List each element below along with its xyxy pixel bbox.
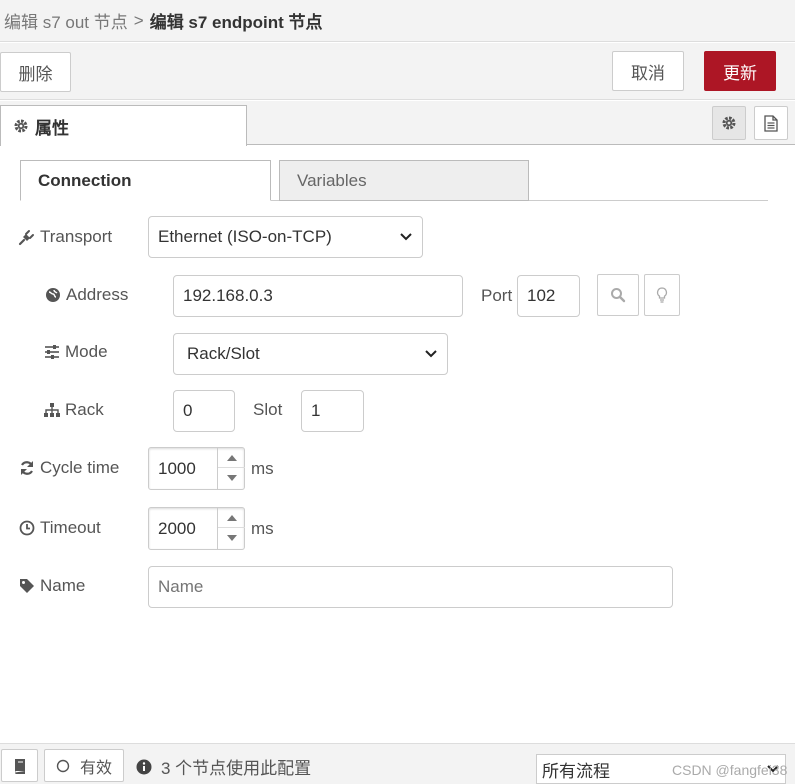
breadcrumb-separator: > [133,10,144,30]
hint-button[interactable] [644,274,680,316]
timeout-stepper[interactable]: 2000 [148,507,245,550]
connection-tabs: Connection Variables [20,160,768,201]
mode-label: Mode [43,342,108,362]
description-tab-button[interactable] [754,106,788,140]
tag-icon [18,578,36,594]
tab-properties-label: 属性 [35,118,69,138]
caret-up-icon [226,454,237,461]
panel-tab-bar: 属性 [0,101,795,146]
breadcrumb-parent[interactable]: 编辑 s7 out 节点 [4,8,128,33]
address-input[interactable]: 192.168.0.3 [173,275,463,317]
increment-button[interactable] [218,448,245,468]
transport-select[interactable]: Ethernet (ISO-on-TCP) [148,216,423,258]
tab-variables[interactable]: Variables [279,160,529,201]
sliders-icon [43,345,61,359]
info-icon [136,759,152,775]
port-label: Port [481,286,513,305]
globe-icon [44,287,62,303]
address-label: Address [44,285,128,305]
port-input[interactable]: 102 [517,275,580,317]
search-icon [610,287,626,303]
edit-toolbar: 删除 取消 更新 [0,43,795,100]
cycle-time-label: Cycle time [18,458,119,478]
document-icon [764,114,778,132]
library-button[interactable] [1,749,38,782]
mode-select[interactable]: Rack/Slot [173,333,448,375]
transport-value: Ethernet (ISO-on-TCP) [158,227,332,246]
clock-icon [18,520,36,536]
tab-properties[interactable]: 属性 [0,105,247,146]
update-button[interactable]: 更新 [704,51,776,91]
caret-down-icon [226,535,237,541]
search-button[interactable] [597,274,639,316]
delete-button[interactable]: 删除 [0,52,71,92]
cycle-time-unit: ms [251,459,274,478]
gear-icon [721,115,737,131]
rack-input[interactable]: 0 [173,390,235,432]
increment-button[interactable] [218,508,245,528]
usage-info: 3 个节点使用此配置 [136,754,311,779]
rack-label: Rack [43,400,104,420]
mode-value: Rack/Slot [187,344,260,363]
plug-icon [18,228,36,246]
book-icon [13,758,27,774]
caret-down-icon [226,475,237,481]
slot-input[interactable]: 1 [301,390,364,432]
caret-up-icon [226,514,237,521]
chevron-down-icon [425,350,437,358]
name-label: Name [18,576,85,596]
refresh-icon [18,460,36,476]
decrement-button[interactable] [218,528,245,548]
circle-icon [56,759,70,773]
valid-toggle[interactable]: 有效 [44,749,124,782]
chevron-down-icon [400,233,412,241]
transport-label: Transport [18,227,112,247]
timeout-label: Timeout [18,518,101,538]
timeout-unit: ms [251,519,274,538]
slot-label: Slot [253,400,283,419]
breadcrumb-current: 编辑 s7 endpoint 节点 [149,13,323,32]
decrement-button[interactable] [218,468,245,488]
settings-tab-button[interactable] [712,106,746,140]
gear-icon [13,118,29,134]
tab-connection[interactable]: Connection [20,160,271,201]
cycle-time-stepper[interactable]: 1000 [148,447,245,490]
name-input[interactable] [148,566,673,608]
cancel-button[interactable]: 取消 [612,51,684,91]
breadcrumb: 编辑 s7 out 节点 > 编辑 s7 endpoint 节点 [0,0,795,42]
lightbulb-icon [656,287,668,303]
watermark: CSDN @fangfei38 [672,762,788,778]
sitemap-icon [43,403,61,417]
